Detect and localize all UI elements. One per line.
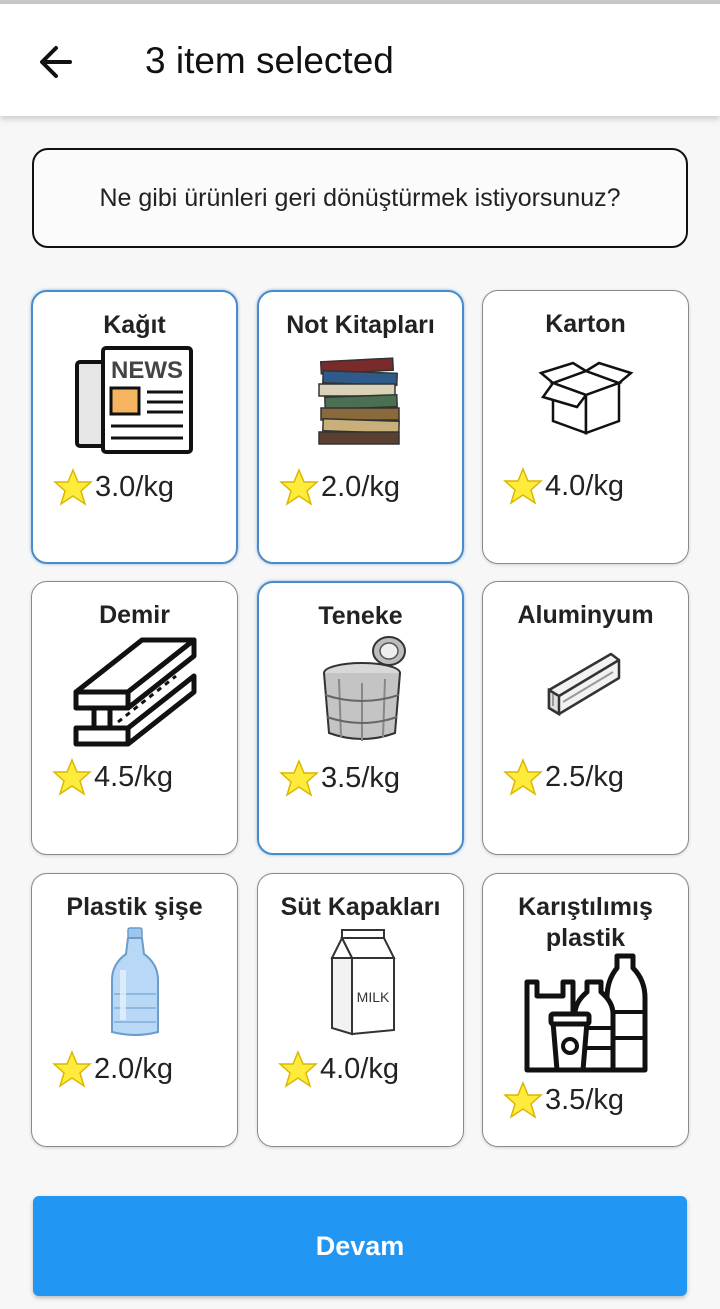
question-prompt: Ne gibi ürünleri geri dönüştürmek istiyo… [32,148,688,248]
item-name: Karton [545,310,626,338]
price-row: 2.5/kg [503,757,624,797]
price-row: 2.0/kg [52,1049,173,1089]
star-icon [52,1050,92,1088]
books-icon [299,342,425,458]
price-label: 3.0/kg [95,470,174,503]
item-card-sut-kapaklari[interactable]: Süt Kapakları MILK 4.0/kg [257,873,464,1147]
price-row: 3.5/kg [503,1080,624,1120]
item-name: Aluminyum [517,601,654,629]
price-label: 2.0/kg [321,470,400,503]
app-bar: 3 item selected [0,4,720,116]
page-title: 3 item selected [145,40,394,81]
item-card-plastik-sise[interactable]: Plastik şişe 2.0/kg [31,873,238,1147]
tin-can-icon [299,633,425,749]
item-name: Not Kitapları [286,311,435,339]
box-icon [523,341,649,457]
mixed-plastic-icon [523,952,649,1080]
star-icon [503,758,543,796]
item-card-demir[interactable]: Demir 4.5/kg [31,581,238,855]
back-arrow-icon [40,46,72,78]
item-name: Teneke [318,602,403,630]
price-label: 2.5/kg [545,760,624,793]
star-icon [53,468,93,506]
price-row: 4.5/kg [52,757,173,797]
star-icon [52,758,92,796]
item-name: Karıştılımış plastik [518,893,653,952]
item-name: Kağıt [103,311,166,339]
item-card-not-kitaplari[interactable]: Not Kitapları 2.0/kg [257,290,464,564]
item-name: Plastik şişe [66,893,203,921]
star-icon [503,467,543,505]
price-label: 4.0/kg [320,1052,399,1085]
continue-button[interactable]: Devam [33,1196,687,1296]
item-card-karistilmis-plastik[interactable]: Karıştılımış plastik 3.5/kg [482,873,689,1147]
price-row: 4.0/kg [503,466,624,506]
item-card-aluminyum[interactable]: Aluminyum 2.5/kg [482,581,689,855]
price-row: 2.0/kg [279,467,400,507]
item-card-kagit[interactable]: Kağıt NEWS 3.0/kg [31,290,238,564]
plastic-bottle-icon [72,924,198,1040]
price-label: 3.5/kg [321,761,400,794]
price-label: 4.0/kg [545,469,624,502]
steel-beam-icon [72,632,198,748]
price-label: 2.0/kg [94,1052,173,1085]
svg-text:MILK: MILK [357,989,390,1005]
price-row: 3.5/kg [279,758,400,798]
price-label: 3.5/kg [545,1083,624,1116]
price-label: 4.5/kg [94,760,173,793]
price-row: 3.0/kg [53,467,174,507]
star-icon [279,468,319,506]
item-card-karton[interactable]: Karton 4.0/kg [482,290,689,564]
star-icon [278,1050,318,1088]
svg-text:NEWS: NEWS [111,357,183,384]
item-card-teneke[interactable]: Teneke 3.5/kg [257,581,464,855]
item-name: Demir [99,601,170,629]
newspaper-icon: NEWS [73,342,199,458]
star-icon [503,1081,543,1119]
back-button[interactable] [30,36,82,88]
milk-carton-icon: MILK [298,924,424,1040]
price-row: 4.0/kg [278,1049,399,1089]
star-icon [279,759,319,797]
item-name: Süt Kapakları [280,893,441,921]
aluminum-profile-icon [523,632,649,748]
